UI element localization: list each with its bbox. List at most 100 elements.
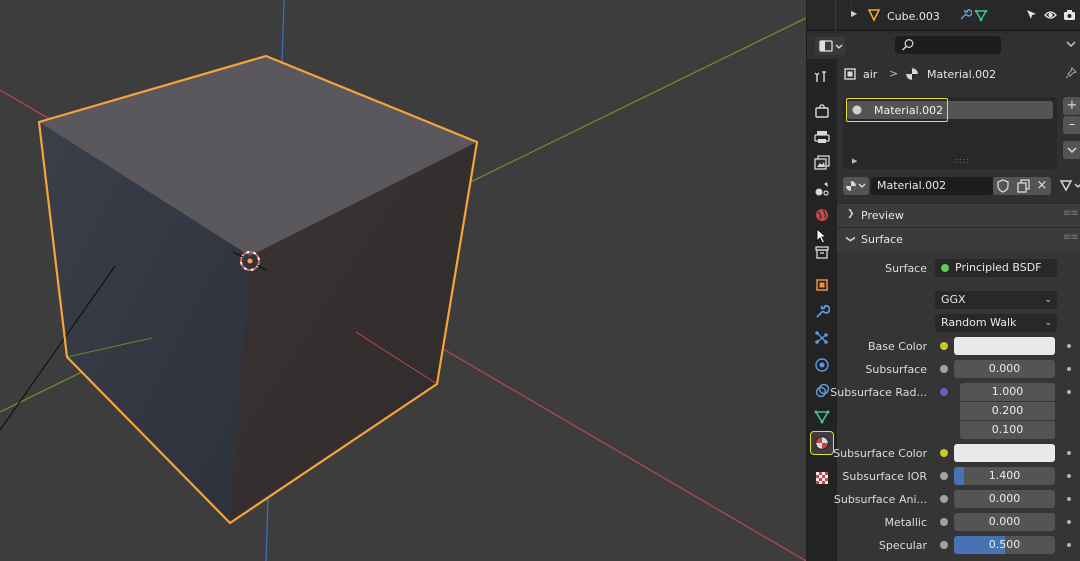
duplicate-material-icon[interactable]: [1013, 177, 1033, 195]
base-color-label: Base Color: [867, 340, 927, 353]
distribution-select[interactable]: GGX ⌄: [935, 291, 1057, 309]
keyframe-dot-icon[interactable]: [1067, 520, 1071, 524]
subsurface-method-select[interactable]: Random Walk ⌄: [935, 314, 1057, 332]
world-icon: [816, 209, 828, 221]
keyframe-dot-icon[interactable]: [1067, 344, 1071, 348]
tab-render[interactable]: [811, 100, 833, 122]
metallic-field[interactable]: 0.000: [954, 513, 1055, 531]
output-printer-icon: [814, 131, 830, 143]
mesh-data-icon[interactable]: [974, 8, 988, 25]
outliner[interactable]: ▶ Cube.003: [807, 0, 1080, 31]
render-camera-icon[interactable]: [1063, 9, 1076, 24]
surface-panel-header[interactable]: ❯ Surface ≡≡: [837, 227, 1080, 251]
node-link-icon[interactable]: [1059, 177, 1080, 198]
viewport-scene: [0, 0, 806, 561]
subsurface-field[interactable]: 0.000: [954, 360, 1055, 378]
render-icon: [815, 104, 829, 118]
tab-tool[interactable]: [811, 66, 833, 88]
tab-output[interactable]: [811, 126, 833, 148]
visibility-eye-icon[interactable]: [1044, 9, 1057, 24]
properties-search-input[interactable]: [895, 36, 1001, 54]
material-properties: air > Material.002 Material.002 ▶ :::: +…: [830, 59, 1080, 561]
surface-shader-field[interactable]: Principled BSDF: [935, 259, 1057, 277]
tab-world[interactable]: [811, 204, 833, 226]
tab-scene[interactable]: [811, 178, 833, 200]
slot-specials-button[interactable]: [1063, 141, 1080, 159]
material-datablock: Material.002 ×: [843, 176, 1080, 196]
color-socket-icon[interactable]: [940, 342, 948, 350]
breadcrumb-separator: >: [889, 67, 899, 80]
outliner-object-name[interactable]: Cube.003: [887, 10, 940, 23]
expand-arrow-icon[interactable]: ▶: [852, 157, 857, 165]
browse-material-button[interactable]: [843, 177, 869, 195]
resize-grip-icon[interactable]: ::::: [955, 156, 970, 165]
value-socket-icon[interactable]: [940, 518, 948, 526]
distribution-value: GGX: [941, 293, 966, 306]
scene-icon: [815, 182, 829, 196]
3d-viewport[interactable]: [0, 0, 806, 561]
keyframe-dot-icon[interactable]: [1067, 367, 1071, 371]
outliner-row-cube[interactable]: ▶ Cube.003: [807, 6, 1080, 26]
subsurface-color-label: Subsurface Color: [833, 447, 927, 460]
pin-icon[interactable]: [1065, 66, 1078, 82]
material-name-field[interactable]: Material.002: [871, 177, 993, 195]
material-icon: [905, 67, 919, 84]
preview-panel-header[interactable]: ❯ Preview ≡≡: [837, 203, 1080, 227]
selectable-arrow-icon[interactable]: [1026, 9, 1038, 24]
subsurface-ior-label: Subsurface IOR: [842, 470, 927, 483]
value-socket-icon[interactable]: [940, 365, 948, 373]
panel-grip-icon[interactable]: ≡≡: [1063, 208, 1079, 219]
search-icon: [901, 39, 914, 51]
surface-panel-body: Surface Principled BSDF GGX ⌄ Random Wal…: [830, 251, 1080, 561]
material-slot-list[interactable]: Material.002 ▶ ::::: [843, 97, 1057, 169]
breadcrumb-object-name: air: [863, 68, 878, 81]
surface-panel-label: Surface: [861, 233, 903, 246]
keyframe-dot-icon[interactable]: [1067, 390, 1071, 394]
chevron-down-icon: ⌄: [1044, 318, 1052, 328]
tab-modifiers[interactable]: [811, 301, 833, 323]
panel-grip-icon[interactable]: ≡≡: [1063, 232, 1079, 243]
chevron-down-icon[interactable]: [1065, 38, 1077, 53]
subsurface-color-swatch[interactable]: [954, 444, 1055, 462]
fake-user-shield-icon[interactable]: [993, 177, 1013, 195]
editor-type-button[interactable]: [815, 37, 845, 55]
vector-socket-icon[interactable]: [940, 388, 948, 396]
breadcrumb-material-name: Material.002: [927, 68, 997, 81]
value-socket-icon[interactable]: [940, 472, 948, 480]
tab-view-layer[interactable]: [811, 152, 833, 174]
object-icon: [843, 67, 857, 84]
slider-fill: [954, 467, 965, 485]
keyframe-dot-icon[interactable]: [1067, 543, 1071, 547]
color-socket-icon[interactable]: [940, 449, 948, 457]
shader-socket-icon: [941, 264, 949, 272]
subsurface-label: Subsurface: [865, 363, 927, 376]
view-layer-icon: [814, 155, 830, 170]
tool-icon: [814, 71, 826, 82]
slot-highlight: [846, 98, 948, 122]
mouse-cursor-icon: [816, 227, 828, 247]
modifier-wrench-icon[interactable]: [958, 8, 973, 25]
subsurface-radius-y-field[interactable]: 0.200: [960, 402, 1055, 420]
chevron-down-icon: ⌄: [1044, 295, 1052, 305]
keyframe-dot-icon[interactable]: [1067, 451, 1071, 455]
value-socket-icon[interactable]: [940, 541, 948, 549]
tab-object[interactable]: [811, 274, 833, 296]
remove-slot-button[interactable]: –: [1063, 116, 1080, 134]
properties-tabs: [807, 59, 837, 561]
expanded-arrow-icon: ❯: [844, 235, 855, 243]
collapsed-arrow-icon: ❯: [847, 209, 855, 219]
subsurface-ior-slider[interactable]: 1.400: [954, 467, 1055, 485]
tab-data[interactable]: [811, 406, 833, 428]
subsurface-radius-x-field[interactable]: 1.000: [960, 383, 1055, 401]
add-slot-button[interactable]: +: [1063, 97, 1080, 115]
subsurface-anisotropy-label: Subsurface Ani...: [833, 493, 927, 506]
subsurface-anisotropy-field[interactable]: 0.000: [954, 490, 1055, 508]
value-socket-icon[interactable]: [940, 495, 948, 503]
specular-slider[interactable]: 0.500: [954, 536, 1055, 554]
keyframe-dot-icon[interactable]: [1067, 474, 1071, 478]
expand-arrow-icon[interactable]: ▶: [851, 9, 857, 18]
keyframe-dot-icon[interactable]: [1067, 497, 1071, 501]
subsurface-radius-z-field[interactable]: 0.100: [960, 421, 1055, 439]
unlink-material-button[interactable]: ×: [1033, 177, 1051, 195]
base-color-swatch[interactable]: [954, 337, 1055, 355]
